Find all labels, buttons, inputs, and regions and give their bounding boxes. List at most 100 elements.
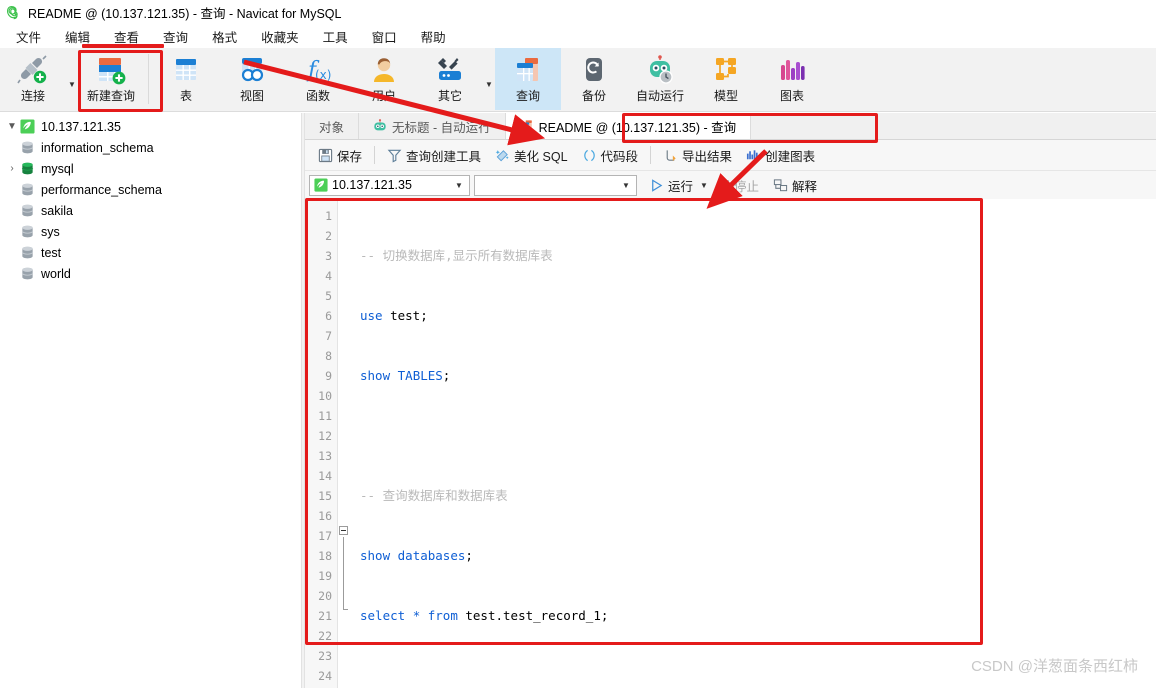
database-open-icon [21, 162, 34, 175]
toolbar-button-user[interactable]: 用户 [351, 48, 417, 110]
action-label: 导出结果 [682, 149, 733, 164]
csdn-watermark: CSDN @洋葱面条西红柿 [971, 658, 1138, 675]
chevron-down-icon[interactable]: ▼ [451, 181, 467, 190]
save-button[interactable]: 保存 [311, 143, 369, 167]
tab-objects[interactable]: 对象 [305, 113, 360, 139]
navicat-window: README @ (10.137.121.35) - 查询 - Navicat … [0, 0, 1156, 688]
run-dropdown-caret[interactable]: ▼ [697, 181, 714, 190]
tree-node-performance-schema[interactable]: performance_schema [0, 179, 301, 200]
connection-select-value: 10.137.121.35 [332, 178, 412, 192]
tree-node-sakila[interactable]: sakila [0, 200, 301, 221]
toolbar-button-chart[interactable]: 图表 [759, 48, 825, 110]
menu-format[interactable]: 格式 [200, 24, 249, 49]
connection-select[interactable]: 10.137.121.35 ▼ [309, 174, 470, 196]
toolbar-label-table: 表 [179, 89, 192, 103]
line-number: 17 [318, 529, 332, 543]
line-number: 10 [318, 389, 332, 403]
tab-readme-query[interactable]: README @ (10.137.121.35) - 查询 [505, 113, 752, 139]
toolbar-button-view[interactable]: 视图 [219, 48, 285, 110]
toolbar-button-new-query[interactable]: 新建查询 [78, 48, 144, 110]
line-number: 22 [318, 629, 332, 643]
code-line: show TABLES; [360, 366, 1156, 386]
line-number: 2 [325, 229, 332, 243]
tree-label-database: mysql [41, 161, 74, 176]
others-dropdown-caret[interactable]: ▼ [483, 48, 495, 110]
toolbar-label-others: 其它 [437, 89, 462, 103]
tree-node-test[interactable]: test [0, 242, 301, 263]
database-select[interactable]: ▼ [474, 174, 637, 196]
stop-button[interactable]: 停止 [714, 174, 763, 196]
connection-dropdown-caret[interactable]: ▼ [66, 48, 78, 110]
tab-untitled-automation[interactable]: 无标题 - 自动运行 [359, 113, 506, 139]
action-label: 代码段 [600, 149, 639, 164]
line-number: 21 [318, 609, 332, 623]
toolbar-button-automation[interactable]: 自动运行 [627, 48, 693, 110]
run-button[interactable]: 运行 [645, 174, 697, 196]
chevron-right-icon[interactable]: › [4, 158, 20, 179]
connection-tree[interactable]: ▼ 10.137.121.35 information_schema › mys… [0, 113, 301, 688]
line-number: 24 [318, 669, 332, 683]
toolbar-button-function[interactable]: f (x) 函数 [285, 48, 351, 110]
beautify-sql-button[interactable]: 美化 SQL [488, 143, 575, 167]
query-select-bar: 10.137.121.35 ▼ ▼ 运行 ▼ 停止 解释 [305, 171, 1156, 199]
menu-favorites[interactable]: 收藏夹 [249, 24, 311, 49]
tree-node-connection[interactable]: ▼ 10.137.121.35 [0, 116, 301, 137]
toolbar-label-model: 模型 [713, 89, 738, 103]
query-builder-icon [387, 149, 402, 163]
toolbar-button-table[interactable]: 表 [153, 48, 219, 110]
toolbar-button-others[interactable]: 其它 [417, 48, 483, 110]
line-number: 19 [318, 569, 332, 583]
tab-strip: 对象 无标题 - 自动运行 README @ (10.137.121.35) -… [305, 113, 1156, 140]
query-builder-button[interactable]: 查询创建工具 [380, 143, 488, 167]
line-number: 14 [318, 469, 332, 483]
menu-window[interactable]: 窗口 [360, 24, 409, 49]
line-number: 8 [325, 349, 332, 363]
line-number: 3 [325, 249, 332, 263]
main-toolbar: 连接 ▼ 新建查询 表 视图 f (x) 函数 用户 其它 ▼ 查询 备份 自动… [0, 48, 1156, 112]
toolbar-label-view: 视图 [239, 89, 264, 103]
query-action-bar: 保存 查询创建工具 美化 SQL 代码段 导出结果 创建图表 [305, 140, 1156, 171]
chevron-down-icon[interactable]: ▼ [618, 181, 634, 190]
tree-node-world[interactable]: world [0, 263, 301, 284]
toolbar-label-new-query: 新建查询 [86, 89, 135, 103]
line-number: 6 [325, 309, 332, 323]
code-snippet-button[interactable]: 代码段 [575, 143, 646, 167]
export-result-icon [666, 149, 676, 161]
chart-icon [781, 60, 805, 80]
tree-node-information-schema[interactable]: information_schema [0, 137, 301, 158]
code-fold-column[interactable] [338, 199, 351, 688]
code-token: test.test_record_1; [457, 608, 609, 623]
run-controls: 运行 ▼ 停止 解释 [645, 174, 821, 196]
automation-icon [650, 55, 673, 84]
line-number: 23 [318, 649, 332, 663]
menu-file[interactable]: 文件 [4, 24, 53, 49]
code-token: show [360, 548, 391, 563]
menu-help[interactable]: 帮助 [409, 24, 458, 49]
toolbar-button-connection[interactable]: 连接 [0, 48, 66, 110]
chevron-down-icon[interactable]: ▼ [4, 116, 20, 137]
line-number: 18 [318, 549, 332, 563]
code-token: TABLES [397, 368, 443, 383]
save-icon [318, 148, 333, 162]
menu-tools[interactable]: 工具 [311, 24, 360, 49]
toolbar-label-backup: 备份 [581, 89, 606, 103]
line-number: 5 [325, 289, 332, 303]
explain-button[interactable]: 解释 [769, 174, 821, 196]
toolbar-label-query: 查询 [515, 89, 540, 103]
tree-node-mysql[interactable]: › mysql [0, 158, 301, 179]
code-token: use [360, 308, 383, 323]
sql-code-text[interactable]: -- 切换数据库,显示所有数据库表 use test; show TABLES;… [351, 199, 1156, 688]
toolbar-button-backup[interactable]: 备份 [561, 48, 627, 110]
fold-toggle-icon[interactable] [339, 526, 348, 535]
toolbar-button-query[interactable]: 查询 [495, 48, 561, 110]
navicat-logo-icon [6, 5, 18, 19]
toolbar-button-model[interactable]: 模型 [693, 48, 759, 110]
tree-label-database: test [41, 245, 62, 260]
export-result-button[interactable]: 导出结果 [656, 143, 739, 167]
create-chart-button[interactable]: 创建图表 [739, 143, 822, 167]
user-icon [374, 58, 394, 82]
code-line: use test; [360, 306, 1156, 326]
tree-node-sys[interactable]: sys [0, 221, 301, 242]
toolbar-label-automation: 自动运行 [635, 89, 684, 103]
sql-editor[interactable]: 1 2 3 4 5 6 7 8 9 10 11 12 13 14 15 16 1… [305, 199, 1156, 688]
